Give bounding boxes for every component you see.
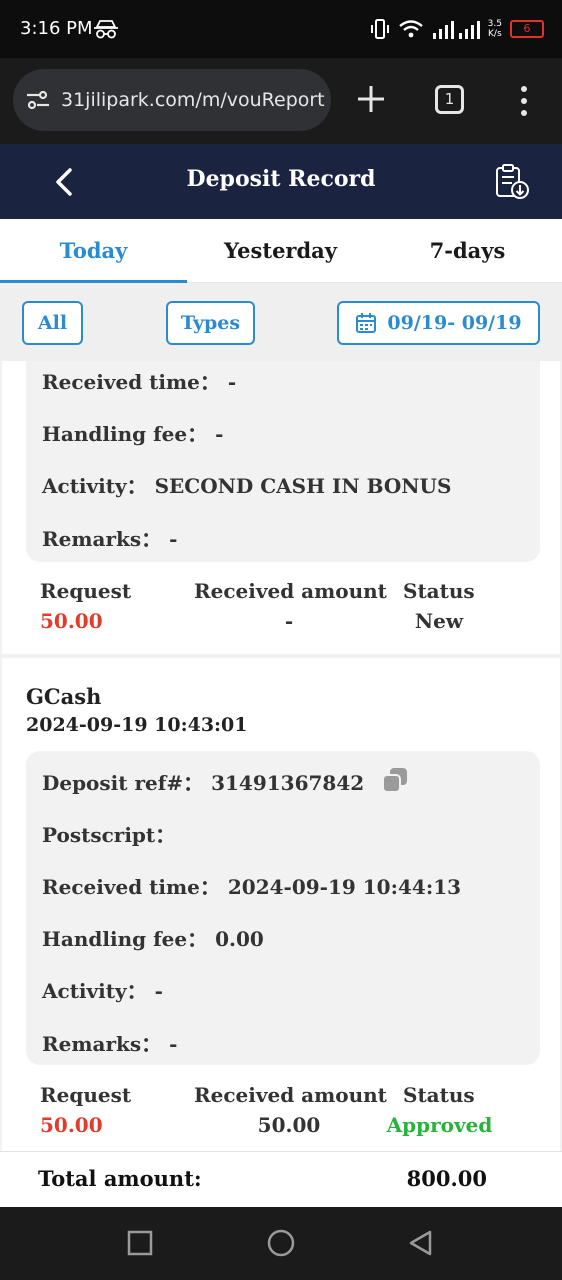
- download-record-icon[interactable]: [492, 162, 532, 202]
- detail-row: Remarks： -: [42, 523, 177, 552]
- detail-row: Handling fee： -: [42, 418, 223, 447]
- filter-bar: All Types 09/19- 09/19: [0, 283, 562, 361]
- detail-label: Handling fee：: [42, 927, 208, 951]
- record-list[interactable]: Received time： - Handling fee： - Activity：…: [0, 361, 562, 1151]
- total-bar: Total amount: 800.00: [0, 1151, 562, 1207]
- status-bar: 3:16 PM 3.5 K/s 6: [0, 0, 562, 58]
- detail-value: SECOND CASH IN BONUS: [154, 474, 452, 498]
- site-settings-icon[interactable]: [25, 89, 51, 111]
- deposit-record-card: GCash 2024-09-19 10:43:01 Deposit ref#： 3…: [2, 658, 560, 1151]
- status-value: Approved: [386, 1113, 493, 1137]
- date-tabs: Today Yesterday 7-days: [0, 219, 562, 283]
- detail-row: Handling fee： 0.00: [42, 923, 264, 952]
- detail-row: Postscript：: [42, 819, 183, 848]
- filter-types-button[interactable]: Types: [166, 301, 255, 345]
- detail-label: Remarks：: [42, 1032, 162, 1056]
- record-details: Received time： - Handling fee： - Activity：…: [26, 361, 540, 562]
- battery-icon: 6: [510, 20, 544, 38]
- received-amount-header: Received amount: [194, 1083, 387, 1107]
- browser-toolbar: 31jilipark.com/m/vouReport 1: [0, 58, 562, 144]
- signal-icon: [432, 21, 480, 39]
- tab-yesterday[interactable]: Yesterday: [187, 219, 374, 283]
- home-circle-icon[interactable]: [265, 1227, 297, 1259]
- system-nav-bar: [0, 1207, 562, 1280]
- detail-row: Deposit ref#： 31491367842: [42, 766, 409, 796]
- app-header: Deposit Record: [0, 144, 562, 219]
- detail-label: Received time：: [42, 875, 220, 899]
- speed-unit: K/s: [488, 29, 502, 39]
- detail-value: 2024-09-19 10:44:13: [227, 875, 462, 899]
- record-details: Deposit ref#： 31491367842 Postscript： Rec…: [26, 751, 540, 1065]
- detail-value: -: [169, 1032, 178, 1056]
- detail-row: Received time： 2024-09-19 10:44:13: [42, 871, 461, 900]
- incognito-icon: [94, 20, 118, 39]
- received-amount-header: Received amount: [194, 579, 387, 603]
- url-text[interactable]: 31jilipark.com/m/vouReport: [61, 89, 325, 111]
- detail-label: Activity：: [42, 979, 147, 1003]
- received-amount: 50.00: [257, 1113, 321, 1137]
- total-value: 800.00: [406, 1166, 487, 1191]
- copy-icon[interactable]: [381, 766, 409, 794]
- tab-switcher-button[interactable]: 1: [435, 85, 464, 114]
- detail-label: Activity：: [42, 474, 147, 498]
- detail-label: Received time：: [42, 370, 220, 394]
- deposit-record-card: Received time： - Handling fee： - Activity：…: [2, 361, 560, 654]
- status-header: Status: [403, 1083, 475, 1107]
- date-range-label: 09/19- 09/19: [387, 312, 522, 334]
- deposit-ref-value: 31491367842: [211, 771, 365, 795]
- address-bar[interactable]: 31jilipark.com/m/vouReport: [13, 69, 331, 131]
- calendar-icon: [356, 313, 377, 333]
- new-tab-icon[interactable]: [354, 82, 388, 116]
- total-label: Total amount:: [38, 1166, 202, 1191]
- detail-value: 0.00: [215, 927, 264, 951]
- detail-row: Activity： SECOND CASH IN BONUS: [42, 470, 451, 499]
- more-menu-icon[interactable]: [518, 84, 530, 118]
- date-range-button[interactable]: 09/19- 09/19: [337, 301, 540, 345]
- page-title: Deposit Record: [186, 166, 376, 192]
- payment-method: GCash: [26, 684, 102, 709]
- received-amount: -: [284, 609, 294, 633]
- speed-value: 3.5: [487, 19, 502, 29]
- detail-label: Handling fee：: [42, 422, 208, 446]
- request-amount: 50.00: [40, 609, 103, 633]
- detail-label: Postscript：: [42, 823, 176, 847]
- vibrate-icon: [370, 19, 389, 39]
- filter-all-button[interactable]: All: [22, 301, 83, 345]
- clock: 3:16 PM: [20, 18, 93, 39]
- back-triangle-icon[interactable]: [405, 1227, 437, 1259]
- recents-square-icon[interactable]: [124, 1227, 156, 1259]
- request-amount: 50.00: [40, 1113, 103, 1137]
- detail-row: Activity： -: [42, 975, 163, 1004]
- wifi-icon: [398, 20, 423, 38]
- detail-label: Remarks：: [42, 527, 162, 551]
- detail-value: -: [169, 527, 178, 551]
- status-value: New: [414, 609, 464, 633]
- detail-value: -: [154, 979, 163, 1003]
- detail-row: Received time： -: [42, 366, 236, 395]
- tab-today[interactable]: Today: [0, 219, 187, 283]
- request-header: Request: [40, 1083, 132, 1107]
- network-speed: 3.5 K/s: [488, 19, 502, 39]
- detail-row: Remarks： -: [42, 1028, 177, 1057]
- detail-value: -: [227, 370, 237, 394]
- detail-value: -: [215, 422, 224, 446]
- status-icons: 3.5 K/s 6: [370, 16, 544, 42]
- detail-label: Deposit ref#：: [42, 771, 204, 795]
- tab-7-days[interactable]: 7-days: [374, 219, 561, 283]
- request-header: Request: [40, 579, 132, 603]
- record-datetime: 2024-09-19 10:43:01: [26, 714, 248, 736]
- status-header: Status: [403, 579, 475, 603]
